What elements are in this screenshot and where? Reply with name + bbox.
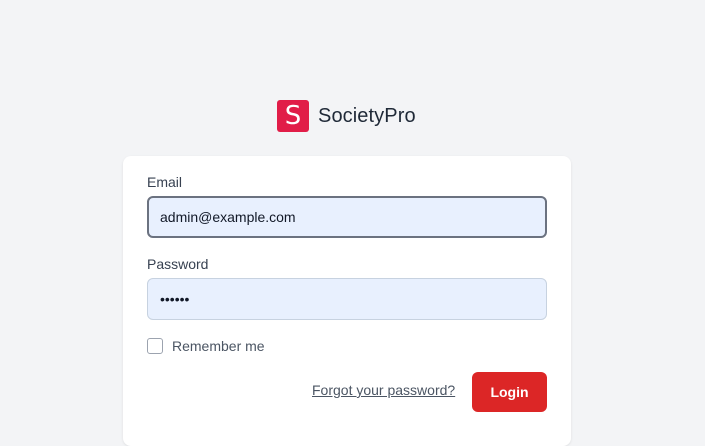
password-label: Password	[147, 256, 209, 272]
email-label: Email	[147, 174, 183, 190]
forgot-password-link[interactable]: Forgot your password?	[312, 382, 455, 398]
password-field[interactable]: ••••••	[147, 278, 547, 320]
email-value: admin@example.com	[160, 209, 296, 225]
email-field[interactable]: admin@example.com	[147, 196, 547, 238]
brand-header: S SocietyPro	[277, 100, 416, 132]
remember-me-checkbox[interactable]	[147, 338, 163, 354]
app-logo-icon: S	[277, 100, 309, 132]
remember-me-row[interactable]: Remember me	[147, 338, 265, 354]
login-button[interactable]: Login	[472, 372, 547, 412]
password-value: ••••••	[160, 291, 190, 307]
login-card: Email admin@example.com Password •••••• …	[123, 156, 571, 446]
app-name: SocietyPro	[318, 104, 416, 127]
remember-me-label[interactable]: Remember me	[172, 338, 265, 354]
